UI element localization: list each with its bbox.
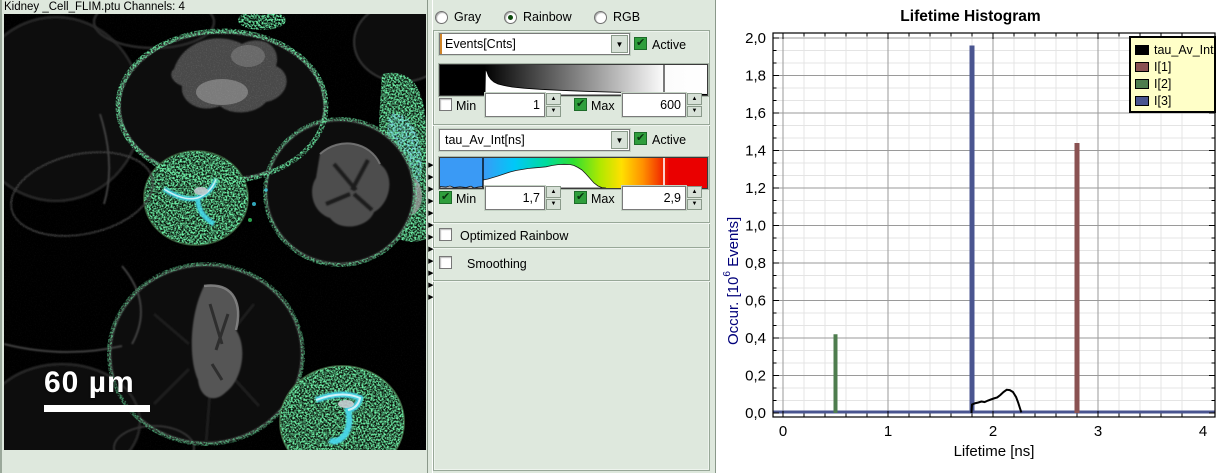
radio-circle-icon [594, 11, 607, 24]
radio-gray-label: Gray [454, 10, 481, 24]
legend-swatch-i3 [1135, 96, 1149, 106]
svg-text:1,0: 1,0 [745, 218, 766, 235]
intensity-max-spinner[interactable]: ▲ ▼ [687, 93, 702, 117]
lifetime-max-checkbox[interactable] [574, 191, 587, 204]
scale-bar-line [44, 405, 150, 412]
svg-text:0,6: 0,6 [745, 293, 766, 310]
legend-item: I[1] [1135, 58, 1210, 75]
lifetime-max-spinner[interactable]: ▲ ▼ [687, 186, 702, 210]
legend-item: I[3] [1135, 92, 1210, 109]
legend-label: I[3] [1154, 94, 1171, 108]
lifetime-min-input[interactable] [485, 186, 545, 210]
spin-up-icon[interactable]: ▲ [546, 186, 561, 198]
intensity-min-checkbox[interactable] [439, 98, 452, 111]
lifetime-min-spinner[interactable]: ▲ ▼ [546, 186, 561, 210]
intensity-max-label: Max [591, 99, 615, 113]
lifetime-active-checkbox[interactable] [634, 132, 647, 145]
svg-text:0: 0 [779, 423, 787, 440]
chart-y-axis-label: Occur. [106 Events] [722, 125, 742, 345]
legend-item: I[2] [1135, 75, 1210, 92]
intensity-active-checkbox[interactable] [634, 37, 647, 50]
scale-bar-label: 60 µm [44, 366, 150, 400]
intensity-min-input[interactable] [485, 93, 545, 117]
lifetime-channel-value: tau_Av_Int[ns] [445, 130, 525, 150]
svg-text:1: 1 [884, 423, 892, 440]
smoothing-checkbox[interactable] [439, 256, 452, 269]
radio-circle-icon [504, 11, 517, 24]
legend-swatch-tau [1135, 45, 1149, 55]
spin-down-icon[interactable]: ▼ [546, 199, 561, 211]
radio-rgb-label: RGB [613, 10, 640, 24]
intensity-min-label: Min [456, 99, 476, 113]
radio-gray[interactable]: Gray [435, 10, 481, 24]
svg-text:0,4: 0,4 [745, 330, 766, 347]
svg-text:2,0: 2,0 [745, 30, 766, 47]
intensity-histogram-curve [440, 65, 707, 95]
spin-up-icon[interactable]: ▲ [546, 93, 561, 105]
svg-text:0,0: 0,0 [745, 405, 766, 422]
lifetime-max-label: Max [591, 192, 615, 206]
flim-analysis-window: Kidney _Cell_FLIM.ptu Channels: 4 [0, 0, 1222, 473]
svg-text:1,4: 1,4 [745, 143, 766, 160]
svg-text:1,2: 1,2 [745, 180, 766, 197]
legend-label: tau_Av_Int [1154, 43, 1214, 57]
radio-circle-icon [435, 11, 448, 24]
scale-bar: 60 µm [44, 366, 150, 412]
divider [433, 124, 710, 125]
spin-up-icon[interactable]: ▲ [687, 93, 702, 105]
legend-label: I[2] [1154, 77, 1171, 91]
legend-swatch-i2 [1135, 79, 1149, 89]
optimized-rainbow-label: Optimized Rainbow [460, 229, 568, 243]
spin-down-icon[interactable]: ▼ [546, 106, 561, 118]
flim-image[interactable]: 60 µm [4, 14, 426, 450]
dropdown-arrow-icon[interactable]: ▼ [611, 35, 628, 53]
lifetime-channel-dropdown[interactable]: tau_Av_Int[ns] ▼ [439, 129, 630, 151]
chart-legend: tau_Av_Int I[1] I[2] I[3] [1129, 36, 1216, 113]
intensity-histogram-bar[interactable] [439, 64, 708, 96]
lifetime-min-checkbox[interactable] [439, 191, 452, 204]
svg-text:0,8: 0,8 [745, 255, 766, 272]
radio-rgb[interactable]: RGB [594, 10, 640, 24]
legend-swatch-i1 [1135, 62, 1149, 72]
spin-down-icon[interactable]: ▼ [687, 199, 702, 211]
intensity-channel-value: Events[Cnts] [445, 34, 516, 54]
spin-down-icon[interactable]: ▼ [687, 106, 702, 118]
svg-text:1,8: 1,8 [745, 68, 766, 85]
focus-stripe [440, 34, 442, 54]
intensity-min-spinner[interactable]: ▲ ▼ [546, 93, 561, 117]
spin-up-icon[interactable]: ▲ [687, 186, 702, 198]
display-controls-panel: Gray Rainbow RGB Events[Cnts] ▼ Active [433, 0, 715, 473]
legend-item: tau_Av_Int [1135, 41, 1210, 58]
intensity-channel-dropdown[interactable]: Events[Cnts] ▼ [439, 33, 630, 55]
radio-rainbow-label: Rainbow [523, 10, 572, 24]
radio-rainbow[interactable]: Rainbow [504, 10, 572, 24]
legend-label: I[1] [1154, 60, 1171, 74]
lifetime-histogram-panel: Lifetime Histogram 012340,00,20,40,60,81… [715, 0, 1222, 473]
optimized-rainbow-checkbox[interactable] [439, 228, 452, 241]
lifetime-histogram-curve [440, 158, 707, 188]
lifetime-histogram-bar[interactable] [439, 157, 708, 189]
intensity-max-input[interactable] [622, 93, 686, 117]
smoothing-label: Smoothing [467, 257, 527, 271]
svg-text:0,2: 0,2 [745, 368, 766, 385]
svg-text:1,6: 1,6 [745, 105, 766, 122]
intensity-active-label: Active [652, 38, 686, 52]
svg-text:3: 3 [1094, 423, 1102, 440]
color-mode-group: Gray Rainbow RGB [433, 8, 713, 26]
chart-x-axis-label: Lifetime [ns] [773, 443, 1215, 460]
lifetime-active-label: Active [652, 133, 686, 147]
lifetime-max-input[interactable] [622, 186, 686, 210]
divider [433, 280, 710, 281]
svg-text:2: 2 [989, 423, 997, 440]
dropdown-arrow-icon[interactable]: ▼ [611, 131, 628, 149]
divider [433, 222, 710, 223]
image-viewer-panel: Kidney _Cell_FLIM.ptu Channels: 4 [2, 0, 427, 473]
lifetime-min-label: Min [456, 192, 476, 206]
intensity-max-checkbox[interactable] [574, 98, 587, 111]
image-title: Kidney _Cell_FLIM.ptu Channels: 4 [4, 0, 424, 14]
divider [433, 247, 710, 248]
svg-text:4: 4 [1199, 423, 1207, 440]
